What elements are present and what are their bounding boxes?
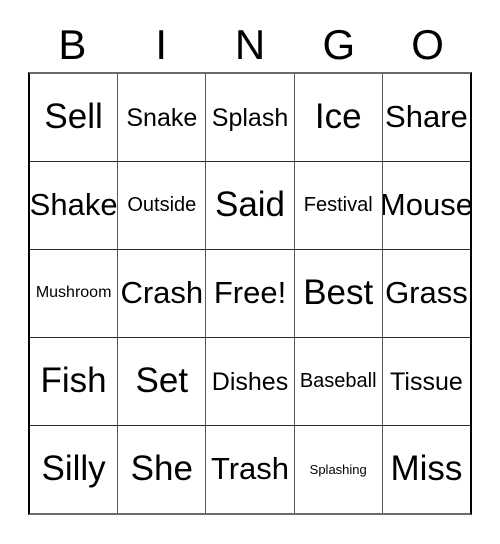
bingo-header-row: B I N G O bbox=[28, 18, 472, 72]
bingo-cell-label: Mouse bbox=[382, 187, 471, 223]
bingo-cell-b1[interactable]: Sell bbox=[30, 74, 119, 161]
bingo-cell-label: Miss bbox=[390, 449, 463, 489]
bingo-cell-g3[interactable]: Best bbox=[294, 250, 383, 337]
bingo-cell-label: Tissue bbox=[390, 367, 463, 396]
bingo-cell-i1[interactable]: Snake bbox=[118, 74, 207, 161]
bingo-cell-b3[interactable]: Mushroom bbox=[30, 250, 119, 337]
bingo-cell-label: Ice bbox=[314, 97, 362, 137]
bingo-cell-label: Grass bbox=[385, 275, 468, 311]
bingo-header-letter-b: B bbox=[58, 21, 87, 68]
bingo-cell-i5[interactable]: She bbox=[118, 426, 207, 513]
bingo-header-letter-i: I bbox=[155, 21, 168, 68]
bingo-cell-n2[interactable]: Said bbox=[206, 162, 295, 249]
bingo-cell-b4[interactable]: Fish bbox=[30, 338, 119, 425]
bingo-cell-label: Snake bbox=[126, 103, 198, 132]
bingo-cell-i2[interactable]: Outside bbox=[118, 162, 207, 249]
bingo-cell-i4[interactable]: Set bbox=[118, 338, 207, 425]
bingo-cell-g2[interactable]: Festival bbox=[294, 162, 383, 249]
bingo-cell-label: Free! bbox=[213, 275, 287, 311]
bingo-cell-label: Trash bbox=[210, 451, 290, 487]
bingo-cell-label: Best bbox=[303, 273, 374, 313]
bingo-cell-n1[interactable]: Splash bbox=[206, 74, 295, 161]
bingo-row-5: Silly She Trash Splashing Miss bbox=[30, 426, 471, 513]
bingo-row-2: Shake Outside Said Festival Mouse bbox=[30, 162, 471, 250]
bingo-cell-label: Festival bbox=[303, 194, 373, 217]
bingo-cell-o3[interactable]: Grass bbox=[382, 250, 471, 337]
bingo-cell-o1[interactable]: Share bbox=[382, 74, 471, 161]
bingo-cell-label: She bbox=[130, 449, 193, 489]
bingo-cell-label: Splashing bbox=[309, 461, 367, 477]
bingo-grid: Sell Snake Splash Ice Share Shake Outsid… bbox=[28, 72, 472, 515]
bingo-cell-g5[interactable]: Splashing bbox=[294, 426, 383, 513]
bingo-cell-label: Splash bbox=[211, 103, 289, 132]
bingo-cell-g1[interactable]: Ice bbox=[294, 74, 383, 161]
bingo-cell-label: Sell bbox=[44, 97, 103, 137]
bingo-header-letter-n: N bbox=[234, 21, 266, 68]
bingo-cell-label: Crash bbox=[120, 275, 204, 311]
bingo-cell-label: Mushroom bbox=[35, 284, 112, 302]
bingo-cell-i3[interactable]: Crash bbox=[118, 250, 207, 337]
bingo-cell-n5[interactable]: Trash bbox=[206, 426, 295, 513]
bingo-cell-label: Fish bbox=[40, 361, 107, 401]
bingo-row-1: Sell Snake Splash Ice Share bbox=[30, 74, 471, 162]
bingo-cell-label: Baseball bbox=[299, 370, 377, 393]
bingo-cell-free-space[interactable]: Free! bbox=[206, 250, 295, 337]
bingo-cell-label: Outside bbox=[127, 194, 197, 217]
bingo-cell-g4[interactable]: Baseball bbox=[294, 338, 383, 425]
bingo-card: B I N G O Sell Snake Splash Ice Share Sh… bbox=[0, 0, 500, 544]
bingo-row-3: Mushroom Crash Free! Best Grass bbox=[30, 250, 471, 338]
bingo-cell-o5[interactable]: Miss bbox=[382, 426, 471, 513]
bingo-header-letter-g: G bbox=[322, 21, 356, 68]
bingo-cell-label: Set bbox=[135, 361, 189, 401]
bingo-cell-label: Dishes bbox=[211, 367, 289, 396]
bingo-cell-label: Share bbox=[385, 99, 468, 135]
bingo-row-4: Fish Set Dishes Baseball Tissue bbox=[30, 338, 471, 426]
bingo-cell-b2[interactable]: Shake bbox=[30, 162, 119, 249]
bingo-cell-o2[interactable]: Mouse bbox=[382, 162, 471, 249]
bingo-cell-label: Shake bbox=[30, 187, 118, 223]
bingo-cell-label: Said bbox=[214, 185, 286, 225]
bingo-header-letter-o: O bbox=[411, 21, 444, 68]
bingo-cell-o4[interactable]: Tissue bbox=[382, 338, 471, 425]
bingo-cell-n4[interactable]: Dishes bbox=[206, 338, 295, 425]
bingo-cell-label: Silly bbox=[41, 449, 106, 489]
bingo-cell-b5[interactable]: Silly bbox=[30, 426, 119, 513]
